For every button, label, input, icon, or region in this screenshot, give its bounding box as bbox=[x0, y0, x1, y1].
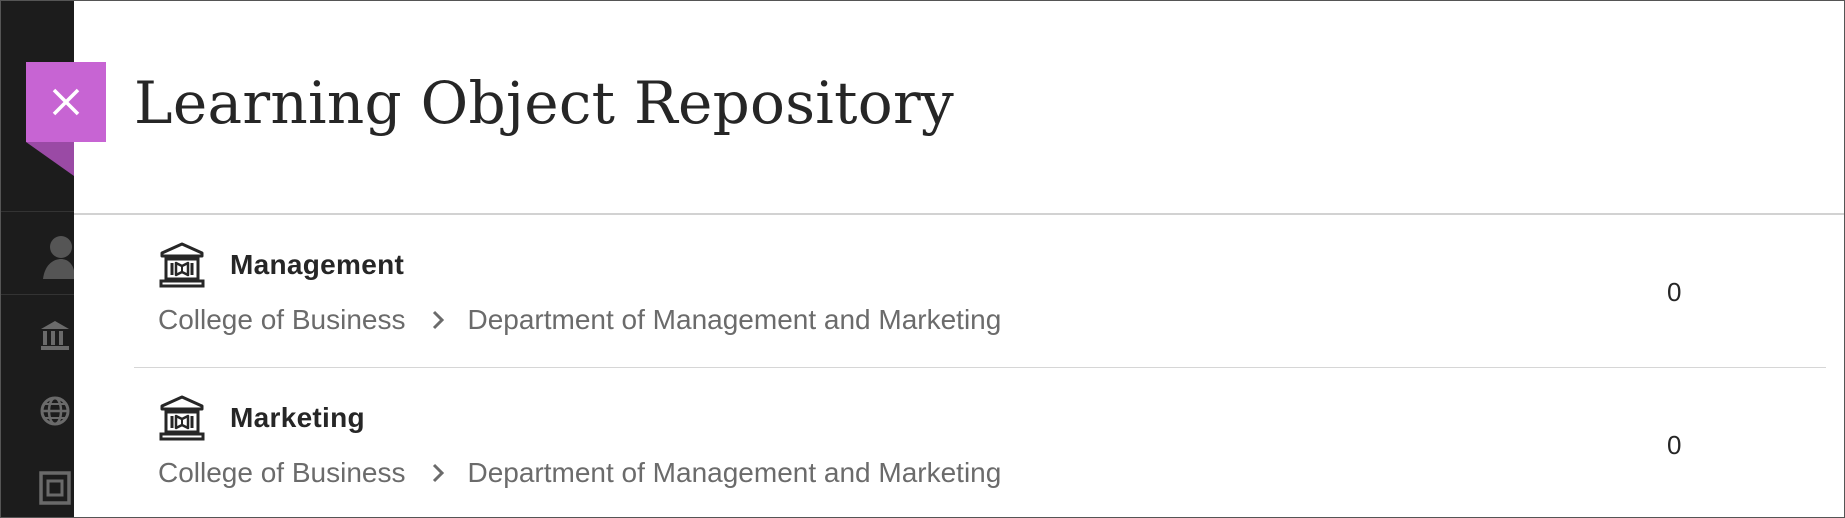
rail-divider bbox=[1, 294, 74, 295]
institution-icon[interactable] bbox=[39, 319, 71, 351]
close-icon bbox=[52, 88, 80, 116]
calendar-icon[interactable] bbox=[39, 471, 71, 505]
breadcrumb: College of Business Department of Manage… bbox=[158, 304, 1001, 336]
close-tab-fold bbox=[26, 142, 74, 176]
chevron-right-icon bbox=[429, 309, 447, 331]
repository-row[interactable]: Management College of Business Departmen… bbox=[134, 215, 1826, 368]
breadcrumb-department: Department of Management and Marketing bbox=[467, 457, 1002, 488]
rail-divider bbox=[1, 211, 74, 212]
avatar-icon[interactable] bbox=[41, 233, 75, 279]
breadcrumb-college: College of Business bbox=[158, 457, 406, 488]
institution-icon bbox=[159, 395, 205, 441]
institution-icon bbox=[159, 242, 205, 288]
repository-title[interactable]: Marketing bbox=[230, 402, 365, 434]
breadcrumb-department: Department of Management and Marketing bbox=[467, 304, 1002, 335]
item-count: 0 bbox=[1667, 277, 1682, 307]
panel-header: Learning Object Repository bbox=[74, 1, 1844, 215]
repository-row[interactable]: Marketing College of Business Department… bbox=[134, 368, 1826, 517]
repository-title[interactable]: Management bbox=[230, 249, 404, 281]
page-title: Learning Object Repository bbox=[134, 69, 955, 137]
breadcrumb: College of Business Department of Manage… bbox=[158, 457, 1001, 489]
globe-icon[interactable] bbox=[39, 395, 71, 427]
chevron-right-icon bbox=[429, 462, 447, 484]
repository-panel: Learning Object Repository Management Co… bbox=[74, 1, 1844, 517]
close-button[interactable] bbox=[26, 62, 106, 142]
item-count: 0 bbox=[1667, 430, 1682, 460]
app-frame: Learning Object Repository Management Co… bbox=[0, 0, 1845, 518]
breadcrumb-college: College of Business bbox=[158, 304, 406, 335]
